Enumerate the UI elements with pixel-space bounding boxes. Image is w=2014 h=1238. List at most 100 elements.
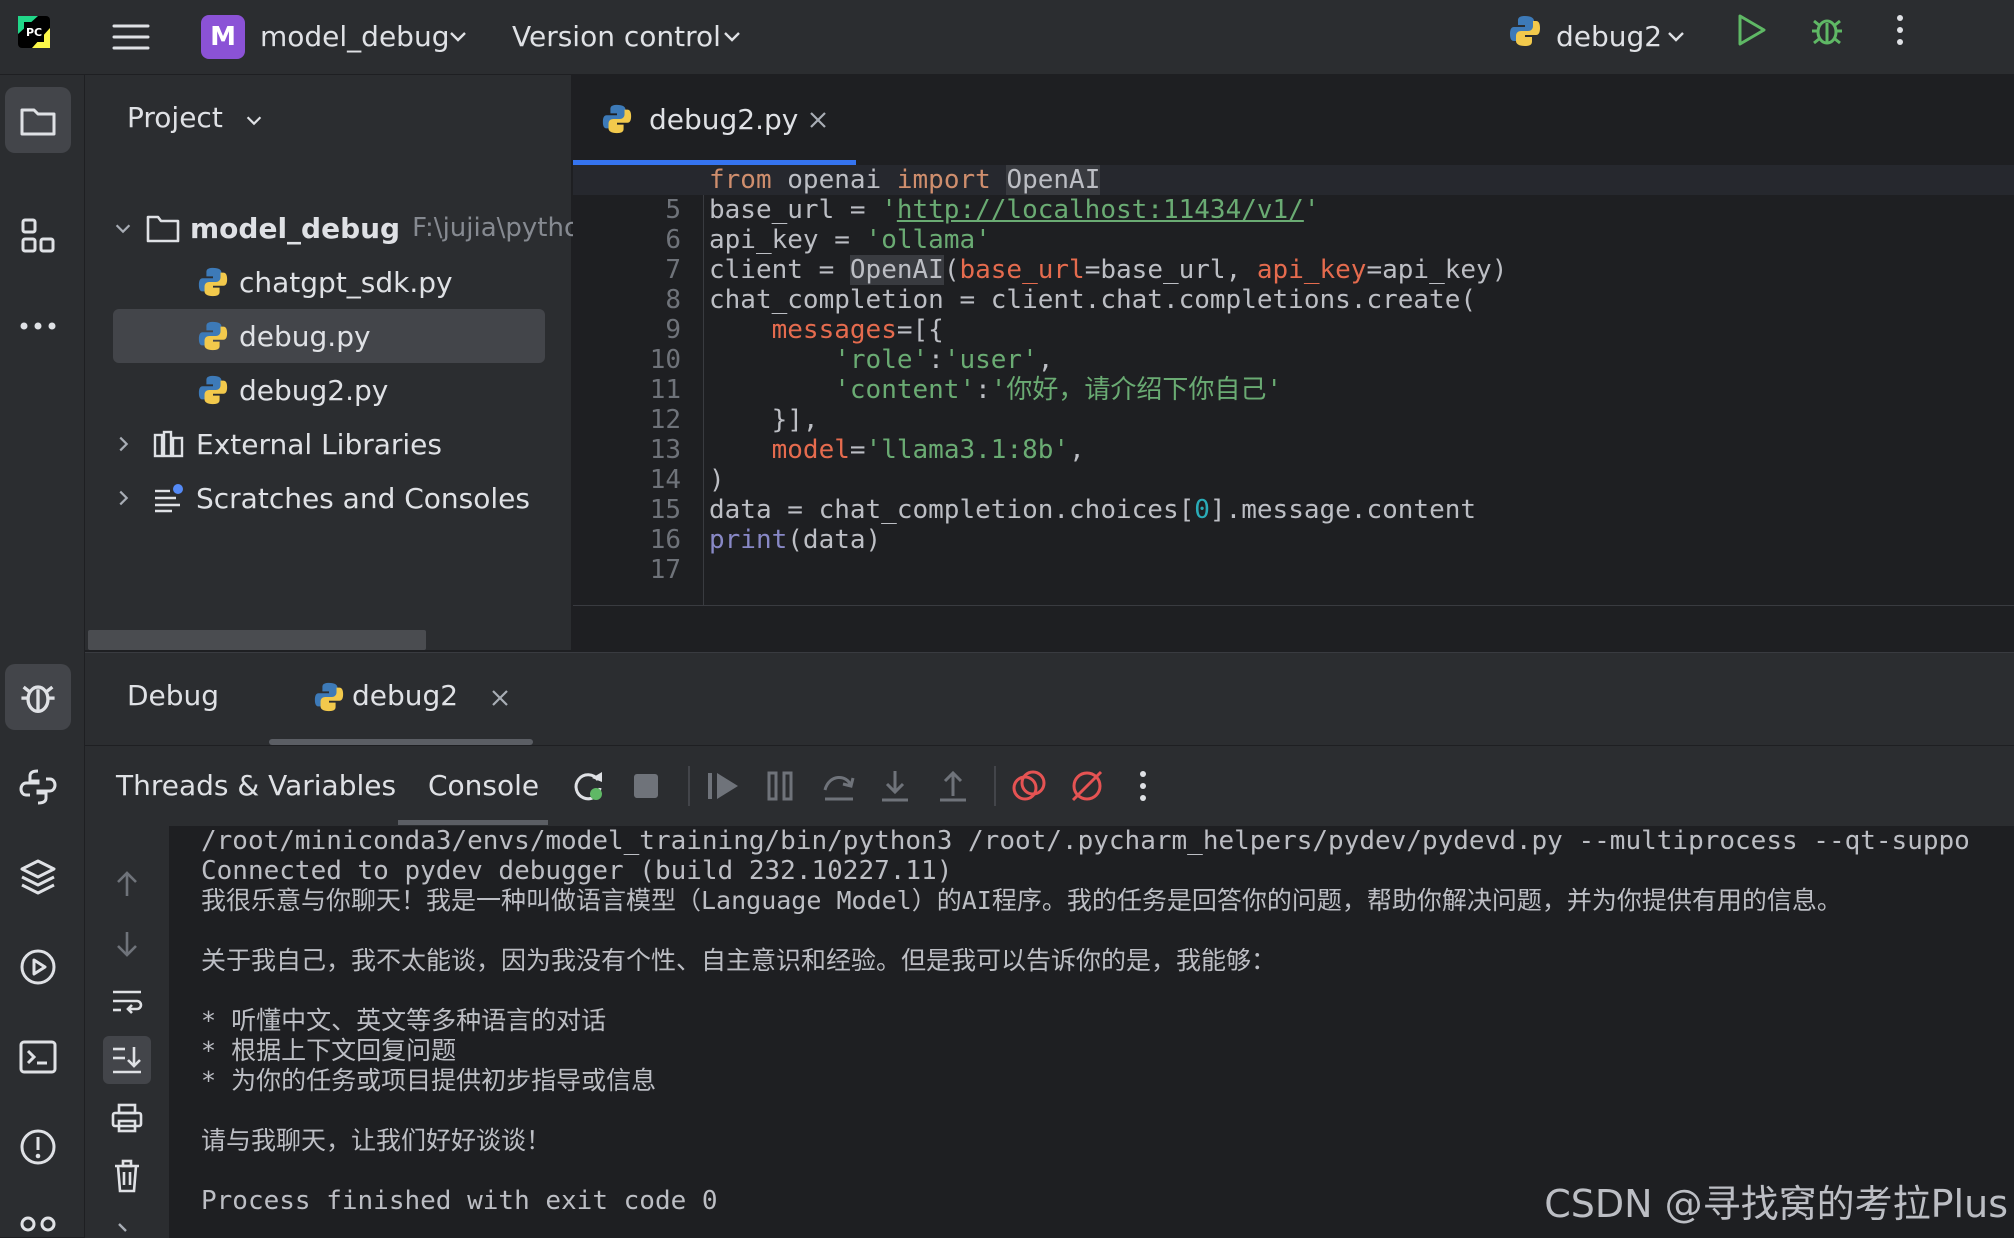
arrow-down-icon[interactable] <box>103 920 151 968</box>
resume-icon[interactable] <box>705 768 741 804</box>
chevron-down-icon[interactable] <box>720 24 744 48</box>
view-breakpoints-icon[interactable] <box>1011 768 1047 804</box>
tree-scratches[interactable]: Scratches and Consoles <box>85 471 530 525</box>
pycharm-logo-icon[interactable]: PC <box>16 14 52 50</box>
scratches-label: Scratches and Consoles <box>196 481 530 515</box>
debug-tool-window: Debug debug2 Threads & Variables Console <box>85 652 2014 1238</box>
terminal-icon[interactable] <box>5 1024 71 1090</box>
line-number: 12 <box>649 405 681 435</box>
tree-root-model-debug[interactable]: model_debug F:\jujia\python <box>85 201 596 255</box>
run-icon[interactable] <box>1732 12 1768 48</box>
line-number: 14 <box>649 465 681 495</box>
debug-icon[interactable] <box>1808 11 1846 49</box>
line-number: 16 <box>649 525 681 555</box>
line-number: 6 <box>665 225 681 255</box>
code-line: 'content':'你好，请介绍下你自己' <box>834 375 1283 405</box>
chevron-down-icon[interactable] <box>112 217 134 239</box>
rerun-icon[interactable] <box>570 768 606 804</box>
console-line: * 为你的任务或项目提供初步指导或信息 <box>201 1066 657 1095</box>
line-number: 9 <box>665 315 681 345</box>
more-tools-icon[interactable] <box>5 293 71 359</box>
arrow-up-icon[interactable] <box>103 860 151 908</box>
root-folder-name: model_debug <box>190 211 401 245</box>
layers-icon[interactable] <box>5 844 71 910</box>
toolbar-separator <box>994 766 996 806</box>
external-libraries-label: External Libraries <box>196 427 442 461</box>
soft-wrap-icon[interactable] <box>103 978 151 1026</box>
scratches-icon <box>152 483 186 513</box>
chevron-down-icon[interactable] <box>446 24 470 48</box>
stop-icon[interactable] <box>632 772 660 800</box>
close-icon[interactable] <box>807 109 829 131</box>
project-panel: Project model_debug F:\jujia\python chat… <box>85 75 596 650</box>
code-area[interactable]: from openai import OpenAI base_url = 'ht… <box>709 165 2009 585</box>
console-line: 关于我自己，我不太能谈，因为我没有个性、自主意识和经验。但是我可以告诉你的是，我… <box>201 946 1277 975</box>
structure-icon[interactable] <box>5 203 71 269</box>
console-line: /root/miniconda3/envs/model_training/bin… <box>201 826 1970 856</box>
tab-threads-variables[interactable]: Threads & Variables <box>116 746 396 826</box>
debug-header: Debug debug2 <box>85 653 2014 745</box>
mute-breakpoints-icon[interactable] <box>1069 768 1105 804</box>
chevron-down-icon[interactable] <box>1664 24 1688 48</box>
library-icon <box>152 429 186 459</box>
gutter-divider <box>703 165 704 605</box>
more-options-icon[interactable] <box>1888 12 1912 48</box>
code-line: from openai import OpenAI <box>709 165 1101 195</box>
pause-icon[interactable] <box>765 768 795 804</box>
code-line: messages=[{ <box>771 315 944 345</box>
close-icon[interactable] <box>489 687 511 709</box>
code-line: model='llama3.1:8b', <box>771 435 1085 465</box>
git-icon[interactable] <box>5 1195 71 1237</box>
main-menu-icon[interactable] <box>112 18 150 56</box>
debug-tool-icon[interactable] <box>5 664 71 730</box>
chevron-right-icon[interactable] <box>113 1222 133 1238</box>
run-configuration[interactable]: debug2 <box>1556 0 1662 74</box>
project-badge[interactable]: M <box>201 15 245 59</box>
services-icon[interactable] <box>5 934 71 1000</box>
debug-title: Debug <box>127 679 220 712</box>
python-icon <box>313 681 345 713</box>
chevron-right-icon[interactable] <box>112 487 140 509</box>
more-options-icon[interactable] <box>1133 768 1153 804</box>
tree-file-debug2[interactable]: debug2.py <box>197 363 388 417</box>
python-file-icon <box>197 374 229 406</box>
file-name: debug2.py <box>239 373 389 407</box>
project-name[interactable]: model_debug <box>260 0 449 74</box>
step-over-icon[interactable] <box>821 768 857 804</box>
line-number: 10 <box>649 345 681 375</box>
code-line: }], <box>709 405 819 435</box>
line-number-gutter: 4 5 6 7 8 9 10 11 12 13 14 15 16 17 <box>573 165 703 605</box>
tree-file-debug[interactable]: debug.py <box>113 309 545 363</box>
tree-external-libraries[interactable]: External Libraries <box>85 417 442 471</box>
scroll-to-end-icon[interactable] <box>103 1036 151 1084</box>
debug-toolbar: Threads & Variables Console <box>85 745 2014 826</box>
editor-tab-bar: debug2.py <box>573 75 2014 165</box>
tree-file-chatgpt-sdk[interactable]: chatgpt_sdk.py <box>197 255 453 309</box>
step-out-icon[interactable] <box>937 768 969 804</box>
console-line: * 听懂中文、英文等多种语言的对话 <box>201 1006 607 1035</box>
code-editor: debug2.py 4 5 6 7 8 9 10 11 12 13 14 15 … <box>573 75 2014 650</box>
debug-session-tab[interactable]: debug2 <box>352 679 458 712</box>
python-file-icon <box>197 320 229 352</box>
trash-icon[interactable] <box>103 1152 151 1200</box>
python-file-icon <box>197 266 229 298</box>
project-folder-icon[interactable] <box>5 87 71 153</box>
chevron-right-icon[interactable] <box>112 433 140 455</box>
project-panel-title[interactable]: Project <box>127 101 223 134</box>
tab-console[interactable]: Console <box>428 746 539 826</box>
folder-icon <box>146 213 180 243</box>
python-icon <box>1508 14 1542 48</box>
python-console-icon[interactable] <box>5 754 71 820</box>
problems-icon[interactable] <box>5 1114 71 1180</box>
step-into-icon[interactable] <box>879 768 911 804</box>
console-line: Connected to pydev debugger (build 232.1… <box>201 856 953 886</box>
version-control-menu[interactable]: Version control <box>512 0 721 74</box>
chevron-down-icon[interactable] <box>243 109 265 131</box>
print-icon[interactable] <box>103 1094 151 1142</box>
editor-tab-debug2[interactable]: debug2.py <box>649 103 798 136</box>
horizontal-scrollbar[interactable] <box>88 630 426 650</box>
